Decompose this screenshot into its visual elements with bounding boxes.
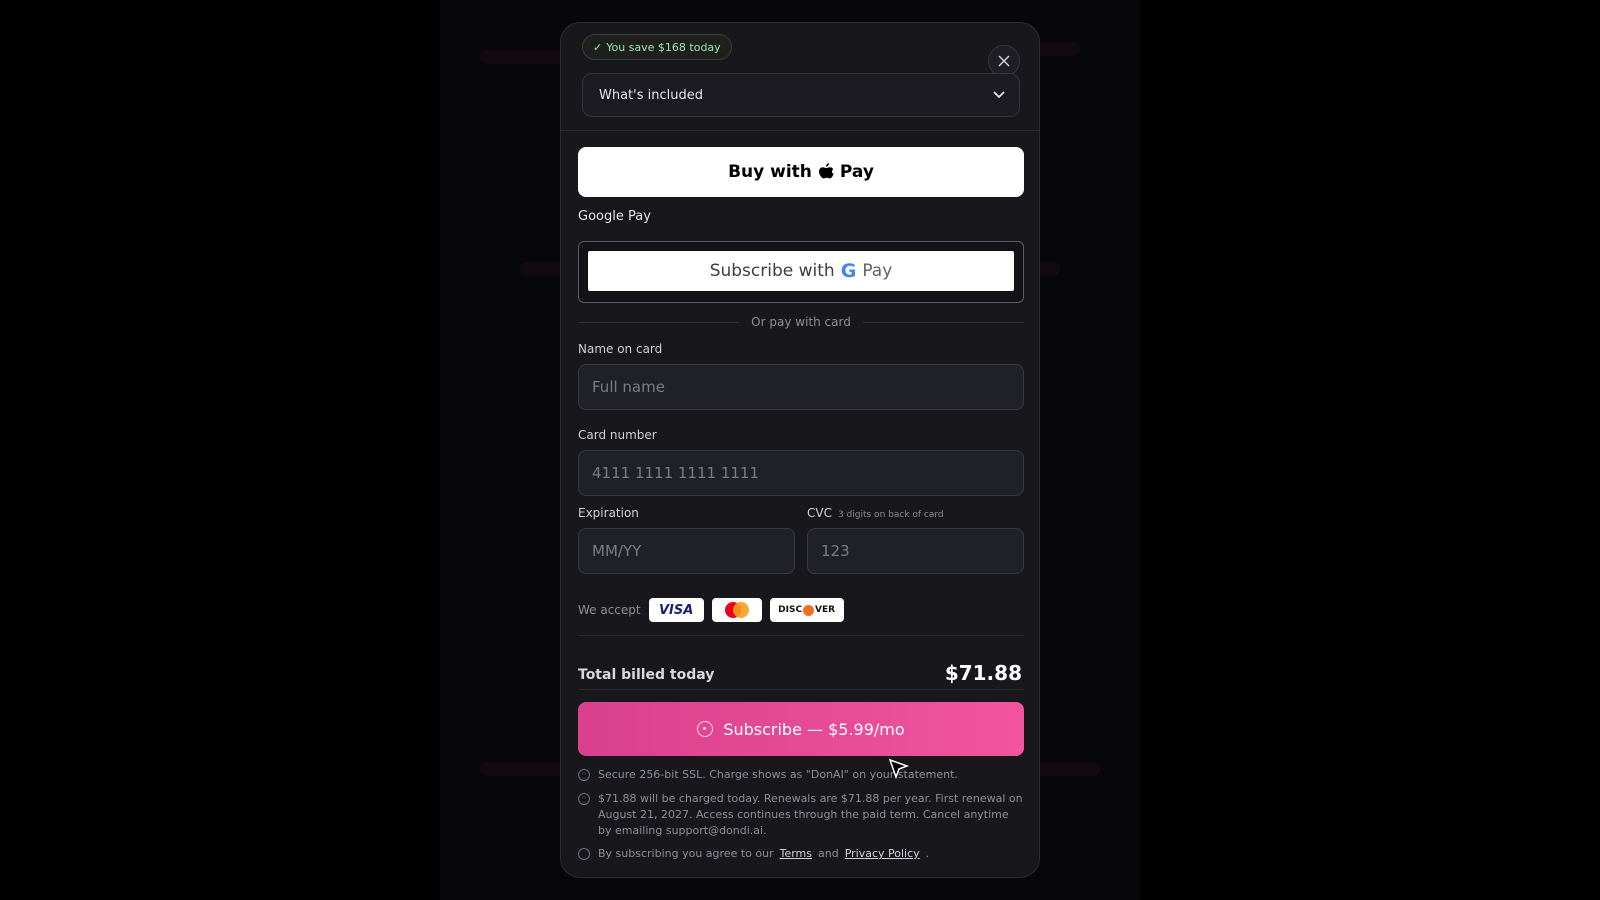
info-icon [578, 848, 590, 860]
shield-icon [578, 769, 590, 781]
apple-pay-prefix: Buy with [728, 162, 812, 182]
we-accept-label: We accept [578, 603, 641, 617]
header-divider [561, 130, 1039, 131]
mastercard-icon [711, 598, 762, 622]
discover-text-left: DISC [778, 605, 803, 615]
visa-text: VISA [658, 602, 694, 618]
savings-badge: ✓ You save $168 today [582, 34, 732, 60]
terms-prefix: By subscribing you agree to our [598, 847, 774, 860]
divider-line [862, 321, 1024, 323]
total-value: $71.88 [944, 661, 1022, 685]
check-icon: ✓ [593, 40, 603, 54]
card-number-input[interactable] [578, 450, 1024, 496]
terms-and: and [818, 847, 839, 860]
google-pay-prefix: Subscribe with [709, 261, 835, 281]
divider-line [578, 321, 740, 323]
terms-note: By subscribing you agree to our Terms and P… [578, 846, 1024, 862]
cvc-hint: 3 digits on back of card [837, 510, 944, 520]
google-pay-container: Subscribe with G Pay [578, 241, 1024, 303]
terms-link[interactable]: Terms [780, 847, 812, 860]
name-on-card-input[interactable] [578, 364, 1024, 410]
renewal-note-text: $71.88 will be charged today. Renewals a… [598, 792, 1023, 837]
cvc-input[interactable] [807, 528, 1024, 574]
terms-period: . [925, 847, 930, 860]
expiration-label: Expiration [578, 506, 639, 520]
discover-icon: DISC VER [769, 598, 844, 622]
or-divider-text: Or pay with card [751, 315, 851, 329]
google-pay-button[interactable]: Subscribe with G Pay [587, 250, 1015, 292]
renewal-note: $71.88 will be charged today. Renewals a… [578, 791, 1024, 839]
apple-icon [818, 162, 834, 178]
lock-icon [697, 721, 714, 737]
expiration-input[interactable] [578, 528, 795, 574]
apple-pay-button[interactable]: Buy with Pay [578, 147, 1024, 197]
visa-icon: VISA [648, 598, 704, 622]
chevron-down-icon [993, 91, 1005, 99]
discover-text-right: VER [815, 605, 836, 615]
secure-note: Secure 256-bit SSL. Charge shows as "Don… [578, 767, 1024, 783]
whats-included-label: What's included [599, 87, 703, 103]
accepted-cards: We accept VISA DISC VER [578, 597, 844, 623]
close-icon [998, 55, 1010, 67]
whats-included-dropdown[interactable]: What's included [582, 73, 1020, 117]
refresh-icon [578, 793, 590, 805]
name-on-card-label: Name on card [578, 342, 663, 356]
cvc-label-group: CVC 3 digits on back of card [807, 506, 944, 520]
privacy-policy-link[interactable]: Privacy Policy [845, 847, 920, 860]
card-number-label: Card number [578, 428, 657, 442]
subscribe-button[interactable]: Subscribe — $5.99/mo [578, 702, 1024, 756]
total-divider-bottom [578, 689, 1024, 690]
cvc-label: CVC [807, 506, 832, 520]
google-g-icon: G [840, 260, 857, 282]
mouse-cursor-icon [888, 758, 910, 780]
total-label: Total billed today [578, 667, 715, 683]
apple-pay-suffix: Pay [839, 162, 874, 182]
google-pay-suffix: Pay [862, 261, 893, 281]
total-divider-top [578, 635, 1024, 636]
subscribe-label: Subscribe — $5.99/mo [723, 719, 905, 739]
checkout-modal: ✓ You save $168 today What's included Bu… [560, 22, 1040, 878]
or-divider: Or pay with card [578, 313, 1024, 331]
savings-text: You save $168 today [606, 40, 721, 54]
google-pay-heading: Google Pay [578, 209, 651, 224]
